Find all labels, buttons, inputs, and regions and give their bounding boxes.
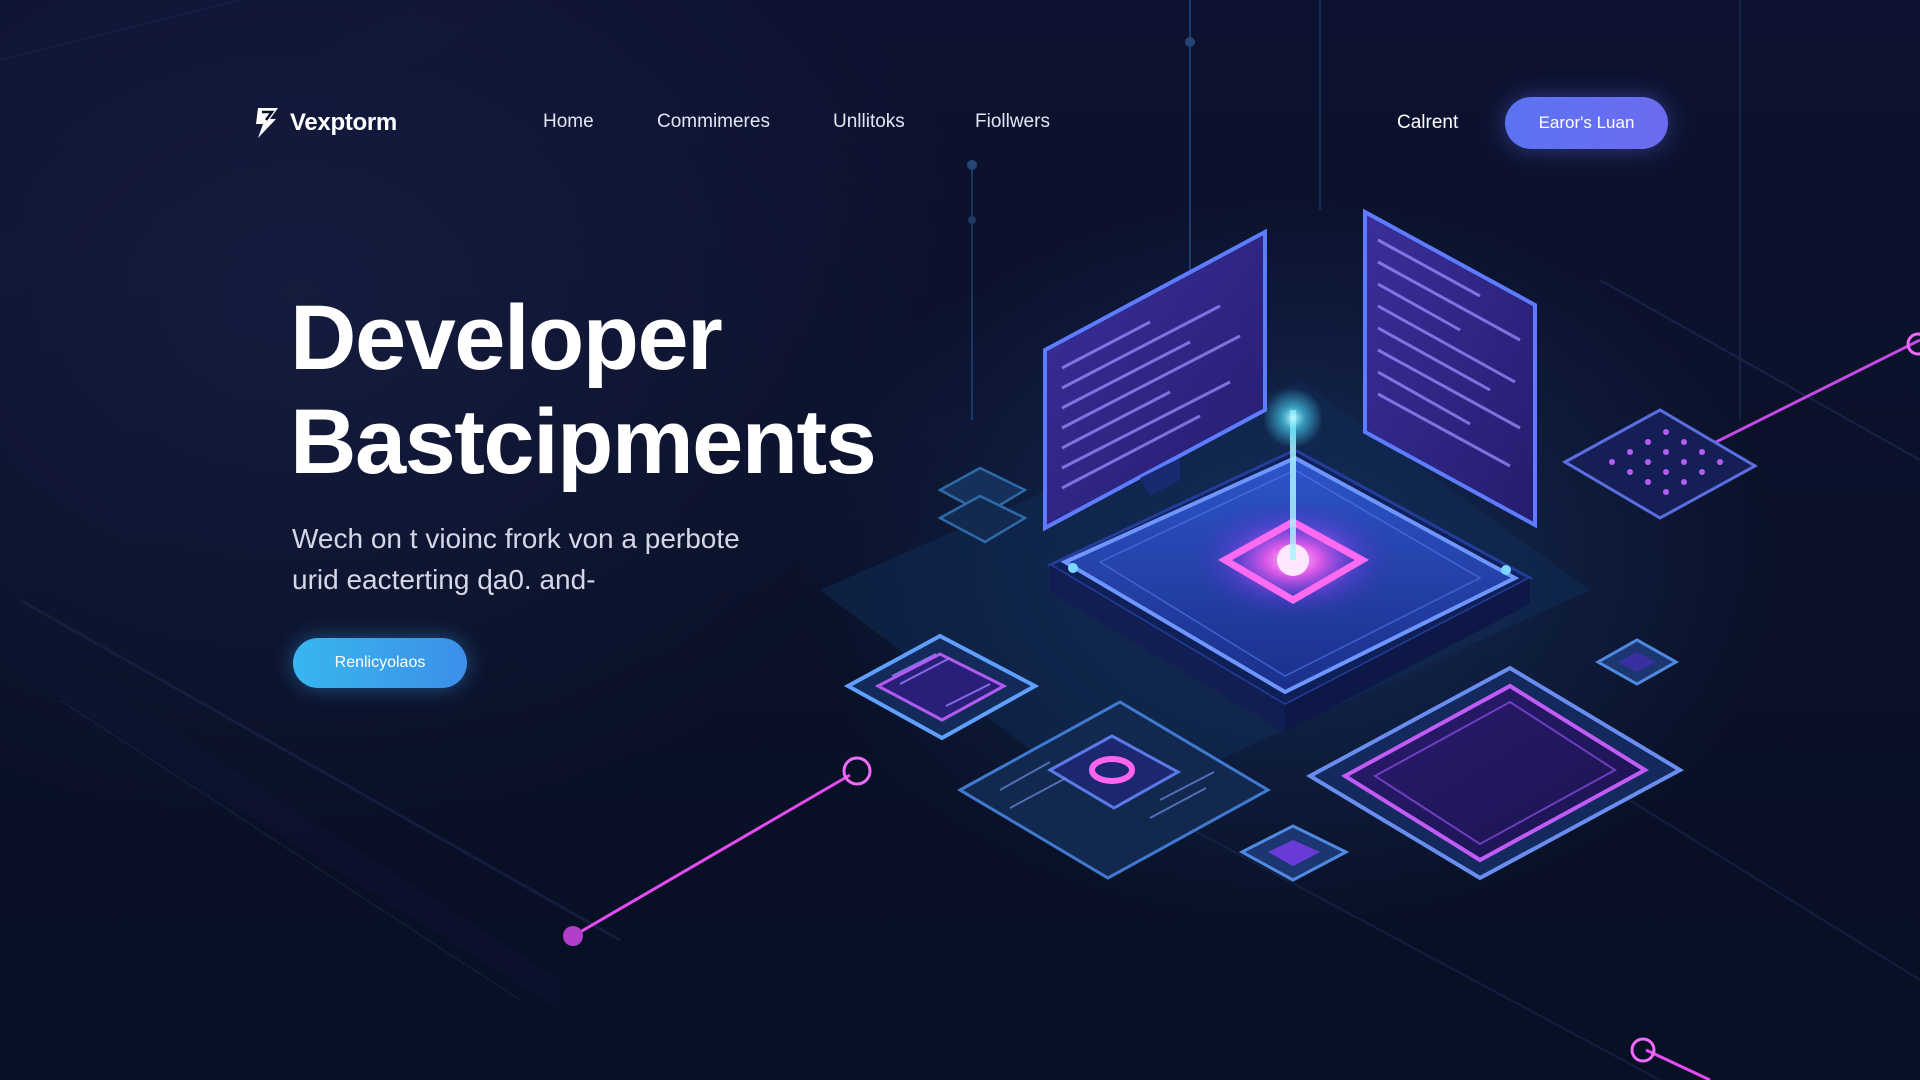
- signin-link[interactable]: Calrent: [1397, 112, 1458, 134]
- hero-subtitle-line-1: Wech on t vioinc frork von a perbote: [292, 523, 740, 554]
- chip-far-right: [1561, 408, 1759, 520]
- hero-illustration: [0, 0, 1920, 1080]
- brand-logo[interactable]: Vexptorm: [252, 106, 397, 140]
- floating-tile-right: [1594, 638, 1680, 686]
- lightning-bolt-logo-icon: [256, 108, 278, 138]
- nav-link-home[interactable]: Home: [543, 111, 594, 133]
- nav-link-unllitoks[interactable]: Unllitoks: [833, 111, 905, 133]
- floating-tile-bottom: [1238, 824, 1350, 882]
- nav-link-commimeres[interactable]: Commimeres: [657, 111, 770, 133]
- landing-page: Vexptorm Home Commimeres Unllitoks Fioll…: [0, 0, 1920, 1080]
- brand-name: Vexptorm: [290, 109, 397, 136]
- hero-subtitle-line-2: urid eacterting ɖa0. and-: [292, 564, 596, 595]
- hero-cta-button[interactable]: Renlicyolaos: [293, 638, 467, 688]
- hero-subtitle: Wech on t vioinc frork von a perbote uri…: [292, 518, 740, 600]
- hero-title-line-2: Bastcipments: [290, 391, 877, 493]
- hero-title: Developer Bastcipments: [290, 286, 877, 494]
- chip-bottom-right: [1305, 665, 1685, 881]
- nav-link-fiollwers[interactable]: Fiollwers: [975, 111, 1050, 133]
- nav-cta-button[interactable]: Earor's Luan: [1505, 97, 1668, 149]
- hero-title-line-1: Developer: [290, 287, 723, 389]
